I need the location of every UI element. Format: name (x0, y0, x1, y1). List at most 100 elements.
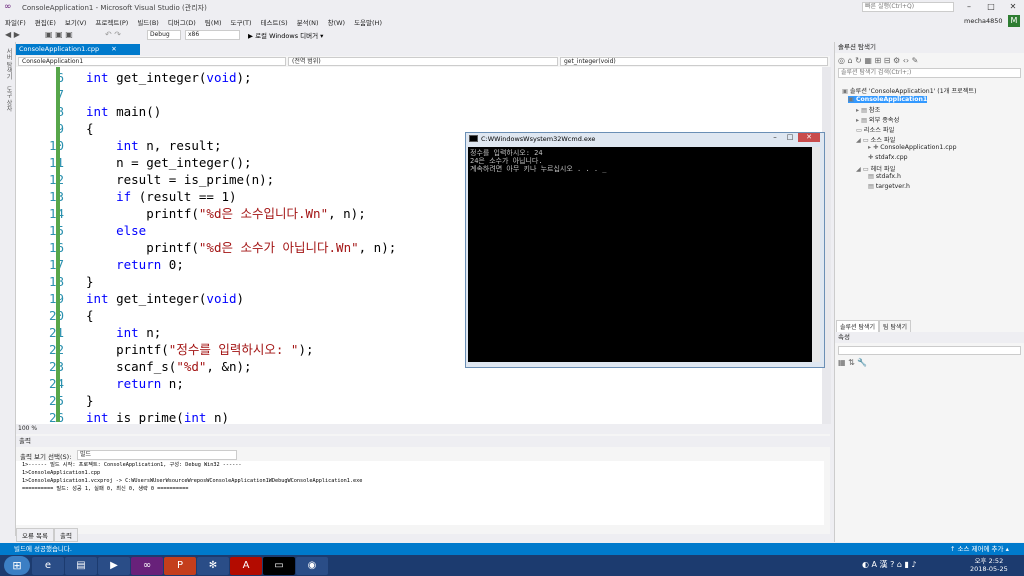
cmd-scrollbar[interactable] (812, 147, 820, 362)
menu-item-2[interactable]: 보기(V) (65, 17, 86, 27)
code-line[interactable]: } (86, 392, 94, 409)
tab-error-list[interactable]: 오류 목록 (16, 528, 54, 542)
start-button[interactable]: ⊞ (4, 556, 30, 575)
menu-item-9[interactable]: 분석(N) (297, 17, 319, 27)
menu-item-0[interactable]: 파일(F) (5, 17, 26, 27)
code-token: n) (206, 410, 229, 424)
menu-item-11[interactable]: 도움말(H) (354, 17, 382, 27)
user-name[interactable]: mecha4850 (964, 17, 1003, 25)
acrobat-icon[interactable]: A (230, 557, 262, 575)
visual-studio-icon[interactable]: ∞ (131, 557, 163, 575)
code-line[interactable]: result = is_prime(n); (86, 171, 274, 188)
config-dropdown[interactable]: Debug (147, 30, 181, 40)
tab-output[interactable]: 출력 (54, 528, 78, 542)
tree-item[interactable]: ▭ 리소스 파일 (856, 125, 894, 134)
minimize-button[interactable]: – (958, 0, 980, 13)
close-button[interactable]: ✕ (1002, 0, 1024, 13)
cmd-close-button[interactable]: ✕ (798, 133, 820, 142)
code-line[interactable]: scanf_s("%d", &n); (86, 358, 251, 375)
file-explorer-icon[interactable]: ▤ (65, 557, 97, 575)
code-line[interactable]: int get_integer(void); (86, 69, 252, 86)
code-line[interactable]: int n; (86, 324, 161, 341)
code-line[interactable]: printf("%d은 소수입니다.Wn", n); (86, 205, 366, 222)
scope-dropdown[interactable]: (전역 범위) (288, 57, 558, 66)
tree-item[interactable]: ▣ 솔루션 'ConsoleApplication1' (1개 프로젝트) (842, 86, 977, 95)
cmd-maximize-button[interactable]: □ (783, 133, 797, 142)
chrome-icon[interactable]: ◉ (296, 557, 328, 575)
tree-item[interactable]: ▸ ✚ ConsoleApplication1.cpp (868, 144, 957, 151)
code-line[interactable]: else (86, 222, 146, 239)
tree-item[interactable]: ▸ ▤ 참조 (856, 105, 880, 114)
output-source-dropdown[interactable]: 빌드 (77, 450, 237, 460)
save-icon[interactable]: ▣ ▣ ▣ (45, 30, 73, 39)
code-token: int (183, 410, 207, 424)
powerpoint-icon[interactable]: P (164, 557, 196, 575)
code-line[interactable]: int is_prime(int n) (86, 409, 229, 424)
project-dropdown[interactable]: ConsoleApplication1 (18, 57, 286, 66)
code-line[interactable]: } (86, 273, 94, 290)
menu-item-4[interactable]: 빌드(B) (137, 17, 159, 27)
change-gutter (56, 67, 60, 422)
code-line[interactable]: return n; (86, 375, 184, 392)
tree-item[interactable]: ◢ ▭ 소스 파일 (856, 135, 895, 144)
close-icon[interactable]: ✕ (111, 45, 116, 53)
cmd-console-text[interactable]: 정수를 입력하시오: 24 24은 소수가 아닙니다. 계속하려면 아무 키나 … (468, 147, 812, 362)
menu-item-8[interactable]: 테스트(S) (261, 17, 288, 27)
code-token: n; (138, 325, 162, 340)
cmd-minimize-button[interactable]: – (768, 133, 782, 142)
tree-item[interactable]: ▤ stdafx.h (868, 173, 901, 180)
tree-item-label: ConsoleApplication1.cpp (880, 144, 957, 152)
tree-item[interactable]: ▤ targetver.h (868, 183, 910, 190)
menu-item-1[interactable]: 편집(E) (35, 17, 56, 27)
tree-item[interactable]: ✚ stdafx.cpp (868, 154, 908, 161)
code-token: if (116, 189, 132, 204)
server-explorer-tab[interactable]: 서버 탐색기 (4, 48, 13, 80)
cmd-taskbar-icon[interactable]: ▭ (263, 557, 295, 575)
code-line[interactable]: printf("정수를 입력하시오: "); (86, 341, 313, 358)
code-line[interactable]: return 0; (86, 256, 184, 273)
undo-icon[interactable]: ↶ ↷ (105, 30, 121, 39)
menu-item-7[interactable]: 도구(T) (231, 17, 252, 27)
member-dropdown[interactable]: get_integer(void) (560, 57, 828, 66)
window-title: ConsoleApplication1 - Microsoft Visual S… (22, 4, 207, 12)
start-debug-button[interactable]: ▶ 로컬 Windows 디버거 ▾ (248, 30, 323, 40)
maximize-button[interactable]: □ (980, 0, 1002, 13)
code-token: { (86, 121, 94, 136)
solution-search-input[interactable]: 솔루션 탐색기 검색(Ctrl+;) (838, 68, 1021, 78)
code-token: else (116, 223, 147, 238)
properties-object-dropdown[interactable] (838, 346, 1021, 355)
user-avatar[interactable]: M (1008, 15, 1020, 27)
tree-item[interactable]: ◢ ▭ 헤더 파일 (856, 164, 895, 173)
code-line[interactable]: int get_integer(void) (86, 290, 244, 307)
code-line[interactable]: int main() (86, 103, 161, 120)
toolbox-tab[interactable]: 도구 상자 (4, 86, 13, 112)
menu-item-10[interactable]: 창(W) (328, 17, 345, 27)
code-line[interactable]: n = get_integer(); (86, 154, 251, 171)
platform-dropdown[interactable]: x86 (185, 30, 240, 40)
menu-item-6[interactable]: 팀(M) (205, 17, 222, 27)
code-token: ) (236, 291, 245, 306)
code-line[interactable]: { (86, 120, 94, 137)
source-control-button[interactable]: ↑ 소스 제어에 추가 ▴ (950, 543, 1009, 555)
quick-launch-input[interactable]: 빠른 실행(Ctrl+Q) (862, 2, 954, 12)
app-icon[interactable]: ✻ (197, 557, 229, 575)
tree-item[interactable]: ▣ ConsoleApplication1 (848, 95, 928, 103)
tab-consoleapplication1-cpp[interactable]: ConsoleApplication1.cpp ✕ (16, 44, 140, 55)
code-line[interactable]: { (86, 307, 94, 324)
tray-icons[interactable]: ◐ A 漢 ? ⌂ ▮ ♪ (862, 559, 917, 570)
zoom-level[interactable]: 100 % (16, 424, 830, 433)
media-player-icon[interactable]: ▶ (98, 557, 130, 575)
code-token: n; (161, 376, 184, 391)
ie-icon[interactable]: e (32, 557, 64, 575)
clock[interactable]: 오후 2:52 2018-05-25 (970, 557, 1008, 573)
nav-back-icon[interactable]: ◀ ▶ (5, 30, 20, 39)
status-bar: 빌드에 성공했습니다. ↑ 소스 제어에 추가 ▴ (0, 543, 1024, 555)
menu-item-5[interactable]: 디버그(D) (168, 17, 196, 27)
code-line[interactable]: printf("%d은 소수가 아닙니다.Wn", n); (86, 239, 396, 256)
menu-item-3[interactable]: 프로젝트(P) (95, 17, 128, 27)
code-line[interactable]: if (result == 1) (86, 188, 236, 205)
code-line[interactable]: int n, result; (86, 137, 221, 154)
tree-item[interactable]: ▸ ▤ 외부 종속성 (856, 115, 899, 124)
